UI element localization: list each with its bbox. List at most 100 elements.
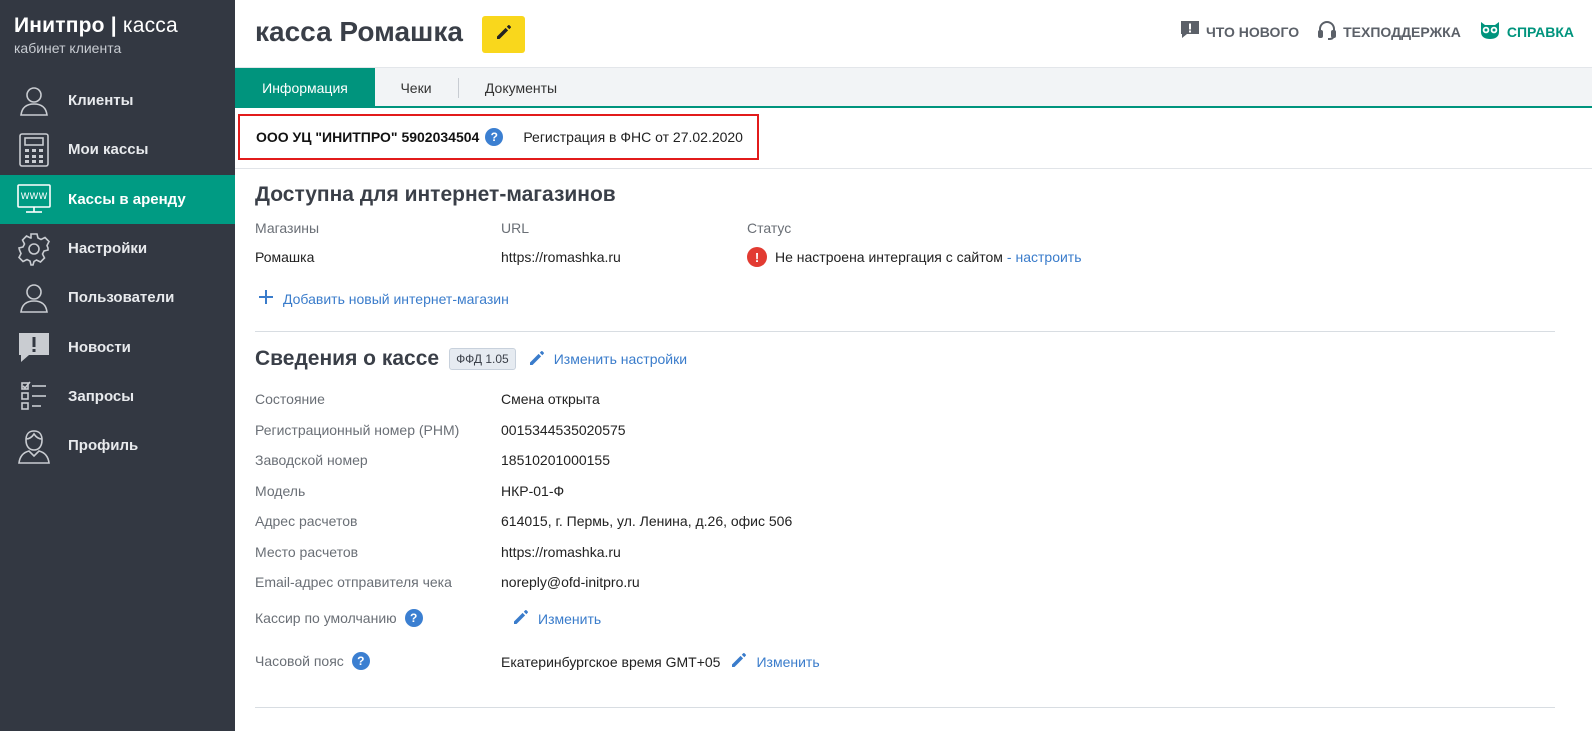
sidebar-item-label: Клиенты [68,92,134,110]
section-divider [255,331,1555,332]
checklist-icon [16,378,52,414]
pencil-icon [495,23,513,46]
timezone-row: Екатеринбургское время GMT+05 Изменить [501,651,820,672]
edit-settings-label: Изменить настройки [553,351,688,367]
kassa-section-title: Сведения о кассе [255,347,440,370]
news-icon [16,329,52,365]
users-icon [16,83,52,119]
sidebar-item-label: Мои кассы [68,141,149,159]
cashier-label-text: Кассир по умолчанию [255,610,397,626]
field-label-rnm: Регистрационный номер (РНМ) [255,422,460,438]
shop-url: https://romashka.ru [501,249,621,265]
sidebar-item-label: Профиль [68,437,139,455]
edit-title-button[interactable] [482,16,525,53]
change-timezone-label: Изменить [756,653,820,670]
column-header-url: URL [501,220,530,236]
kassa-section-header: Сведения о кассе ФФД 1.05 Изменить настр… [255,347,687,371]
change-cashier-link[interactable]: Изменить [512,608,601,629]
field-value-rnm: 0015344535020575 [501,422,626,438]
header: касса Ромашка ЧТО НОВОГО ТЕХПОДДЕРЖКА СП… [235,0,1592,67]
sidebar-item-users[interactable]: Пользователи [0,273,235,322]
field-label-state: Состояние [255,391,325,407]
field-value-timezone: Екатеринбургское время GMT+05 [501,653,721,670]
timezone-label-text: Часовой пояс [255,653,344,669]
gear-icon [16,231,52,267]
configure-integration-link[interactable]: - настроить [1007,249,1082,265]
field-value-model: НКР-01-Ф [501,483,565,499]
tab-documents[interactable]: Документы [471,68,571,107]
tab-receipts[interactable]: Чеки [380,68,452,107]
field-label-cashier: Кассир по умолчанию ? [255,609,423,627]
field-value-state: Смена открыта [501,391,600,407]
sidebar-item-label: Пользователи [68,289,175,307]
sidebar-item-my-kassas[interactable]: Мои кассы [0,125,235,174]
sidebar-item-profile[interactable]: Профиль [0,421,235,470]
sidebar-item-label: Настройки [68,240,148,258]
change-cashier-label: Изменить [538,610,602,627]
profile-icon [16,428,52,464]
pencil-icon [512,608,530,629]
section-divider [255,707,1555,708]
error-icon: ! [747,247,767,267]
help-label: СПРАВКА [1506,23,1574,40]
page-title: касса Ромашка [255,16,463,47]
org-info-row: ООО УЦ "ИНИТПРО" 5902034504 ? Регистраци… [235,108,1592,169]
change-timezone-link[interactable]: Изменить [730,651,820,672]
logo-subtitle: кабинет клиента [14,40,122,56]
sidebar-item-label: Новости [68,338,131,356]
question-icon[interactable]: ? [485,128,504,146]
question-icon[interactable]: ? [404,609,423,627]
user-icon [16,280,52,316]
add-shop-link[interactable]: Добавить новый интернет-магазин [259,290,509,307]
field-value-email: noreply@ofd-initpro.ru [501,574,640,590]
add-shop-label: Добавить новый интернет-магазин [283,290,509,307]
pencil-icon [730,651,748,672]
sidebar-item-news[interactable]: Новости [0,322,235,371]
owl-icon [1479,20,1501,43]
org-highlight-box: ООО УЦ "ИНИТПРО" 5902034504 ? Регистраци… [238,114,759,160]
support-link[interactable]: ТЕХПОДДЕРЖКА [1317,20,1461,43]
headset-icon [1317,20,1337,43]
field-label-email: Email-адрес отправителя чека [255,574,452,590]
ffd-badge: ФФД 1.05 [449,348,516,370]
field-value-serial: 18510201000155 [501,452,611,468]
field-value-address: 614015, г. Пермь, ул. Ленина, д.26, офис… [501,513,793,529]
shops-section-title: Доступна для интернет-магазинов [255,183,616,206]
org-registration: Регистрация в ФНС от 27.02.2020 [523,129,743,145]
field-label-address: Адрес расчетов [255,513,358,529]
logo[interactable]: Инитпро | касса кабинет клиента [14,14,178,56]
chat-alert-icon [1180,20,1200,43]
field-label-place: Место расчетов [255,544,359,560]
tab-information[interactable]: Информация [235,68,375,107]
logo-title: Инитпро | касса [14,14,178,37]
pencil-icon [528,349,546,370]
column-header-status: Статус [747,220,792,236]
svg-text:WWW: WWW [21,192,48,202]
whats-new-link[interactable]: ЧТО НОВОГО [1180,20,1299,43]
sidebar-item-label: Кассы в аренду [68,190,186,208]
shop-status: ! Не настроена интергация с сайтом - нас… [747,247,1082,267]
edit-settings-link[interactable]: Изменить настройки [528,349,687,370]
question-icon[interactable]: ? [351,652,370,670]
sidebar: Инитпро | касса кабинет клиента Клиенты … [0,0,235,731]
help-link[interactable]: СПРАВКА [1479,20,1574,43]
shop-status-text: Не настроена интергация с сайтом [775,249,1003,265]
www-monitor-icon: WWW [16,181,52,217]
sidebar-item-rented-kassas[interactable]: WWW Кассы в аренду [0,174,235,224]
tab-separator [458,78,459,98]
sidebar-item-label: Запросы [68,387,135,405]
org-name: ООО УЦ "ИНИТПРО" 5902034504 [256,129,480,145]
field-value-place: https://romashka.ru [501,544,621,560]
shop-name: Ромашка [255,249,315,265]
sidebar-nav: Клиенты Мои кассы WWW Кассы в аренду Нас… [0,76,235,470]
column-header-shops: Магазины [255,220,320,236]
field-label-timezone: Часовой пояс ? [255,652,370,670]
sidebar-item-requests[interactable]: Запросы [0,372,235,421]
field-label-model: Модель [255,483,306,499]
field-label-serial: Заводской номер [255,452,368,468]
top-links: ЧТО НОВОГО ТЕХПОДДЕРЖКА СПРАВКА [1180,20,1574,43]
tab-bar: Информация Чеки Документы [235,67,1592,108]
sidebar-item-settings[interactable]: Настройки [0,224,235,273]
sidebar-item-clients[interactable]: Клиенты [0,76,235,125]
plus-icon [259,290,273,307]
